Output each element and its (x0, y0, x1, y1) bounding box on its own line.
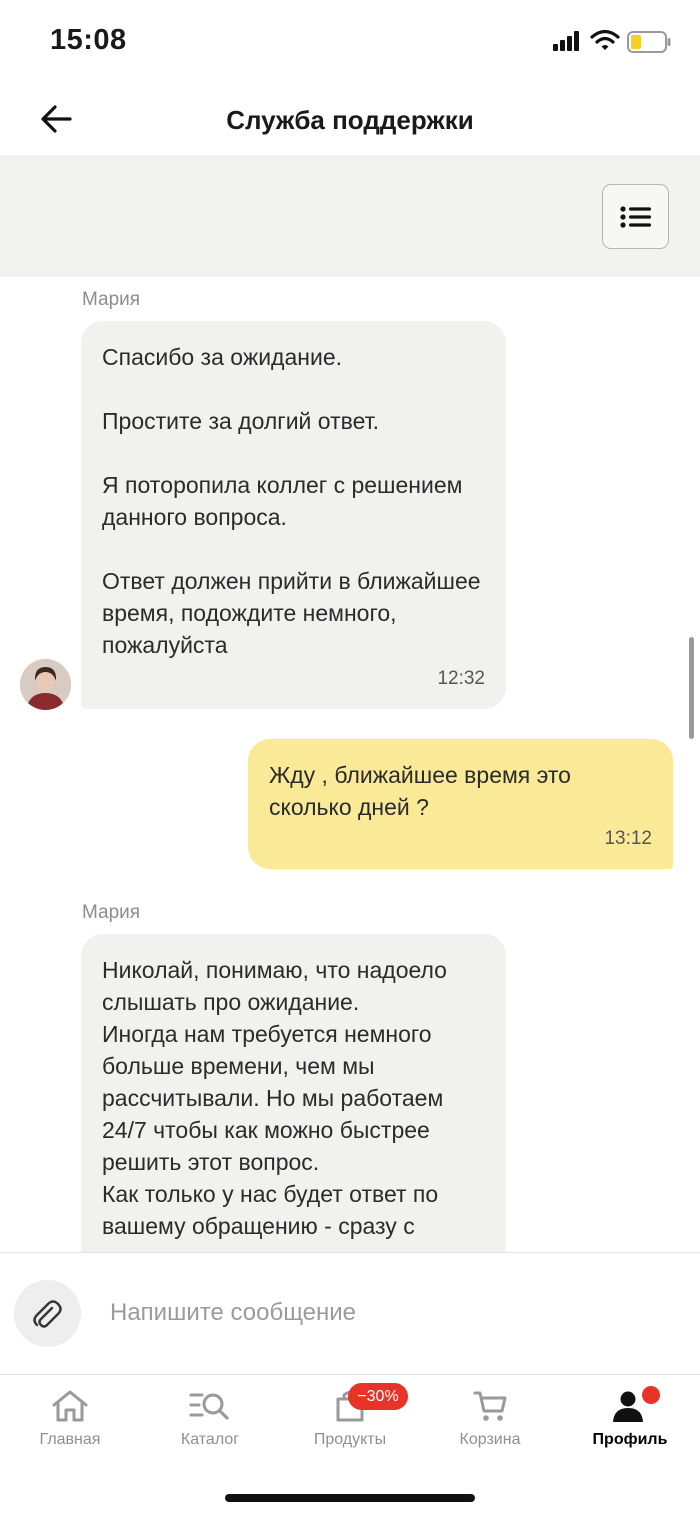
menu-button[interactable] (602, 184, 669, 249)
tab-label: Продукты (313, 1431, 387, 1448)
cellular-signal-icon (553, 31, 579, 51)
attach-button[interactable] (14, 1280, 81, 1347)
home-icon (52, 1390, 88, 1422)
cart-icon (473, 1391, 507, 1421)
chat-messages[interactable]: Мария Спасибо за ожидание. Простите за д… (0, 277, 700, 1252)
message-composer (0, 1252, 700, 1374)
sender-name: Мария (82, 289, 141, 310)
tab-label: Главная (39, 1431, 101, 1448)
catalog-search-icon (189, 1393, 229, 1420)
message-text: Спасибо за ожидание. Простите за долгий … (102, 344, 481, 658)
outgoing-message: Жду , ближайшее время это сколько дней ?… (248, 739, 673, 869)
status-time: 15:08 (50, 24, 127, 56)
sender-name: Мария (82, 902, 141, 923)
scrollbar[interactable] (689, 637, 694, 739)
discount-badge: −30% (348, 1383, 408, 1410)
tab-label: Корзина (459, 1431, 521, 1448)
tab-label: Профиль (592, 1431, 668, 1448)
incoming-message: Спасибо за ожидание. Простите за долгий … (81, 321, 506, 709)
tab-home[interactable]: Главная (0, 1389, 140, 1459)
chat-toolbar (0, 155, 700, 277)
message-time: 13:12 (604, 828, 652, 849)
message-input[interactable] (110, 1293, 670, 1333)
home-indicator (225, 1494, 475, 1502)
avatar (20, 659, 71, 710)
page-title: Служба поддержки (226, 105, 474, 135)
tab-label: Каталог (180, 1431, 240, 1448)
battery-icon (627, 31, 671, 53)
wifi-icon (590, 29, 620, 50)
list-menu-icon (619, 205, 651, 228)
paperclip-icon (32, 1299, 62, 1328)
notification-dot (640, 1384, 662, 1406)
message-text: Жду , ближайшее время это сколько дней ? (269, 762, 571, 820)
status-bar: 15:08 (0, 0, 700, 85)
incoming-message: Николай, понимаю, что надоело слышать пр… (81, 934, 506, 1252)
tab-catalog[interactable]: Каталог (140, 1389, 280, 1459)
tab-profile[interactable]: Профиль (560, 1389, 700, 1459)
tab-cart[interactable]: Корзина (420, 1389, 560, 1459)
message-time: 12:32 (437, 668, 485, 689)
support-agent-avatar-icon (20, 659, 71, 710)
header: Служба поддержки (0, 85, 700, 155)
message-text: Николай, понимаю, что надоело слышать пр… (102, 957, 447, 1239)
